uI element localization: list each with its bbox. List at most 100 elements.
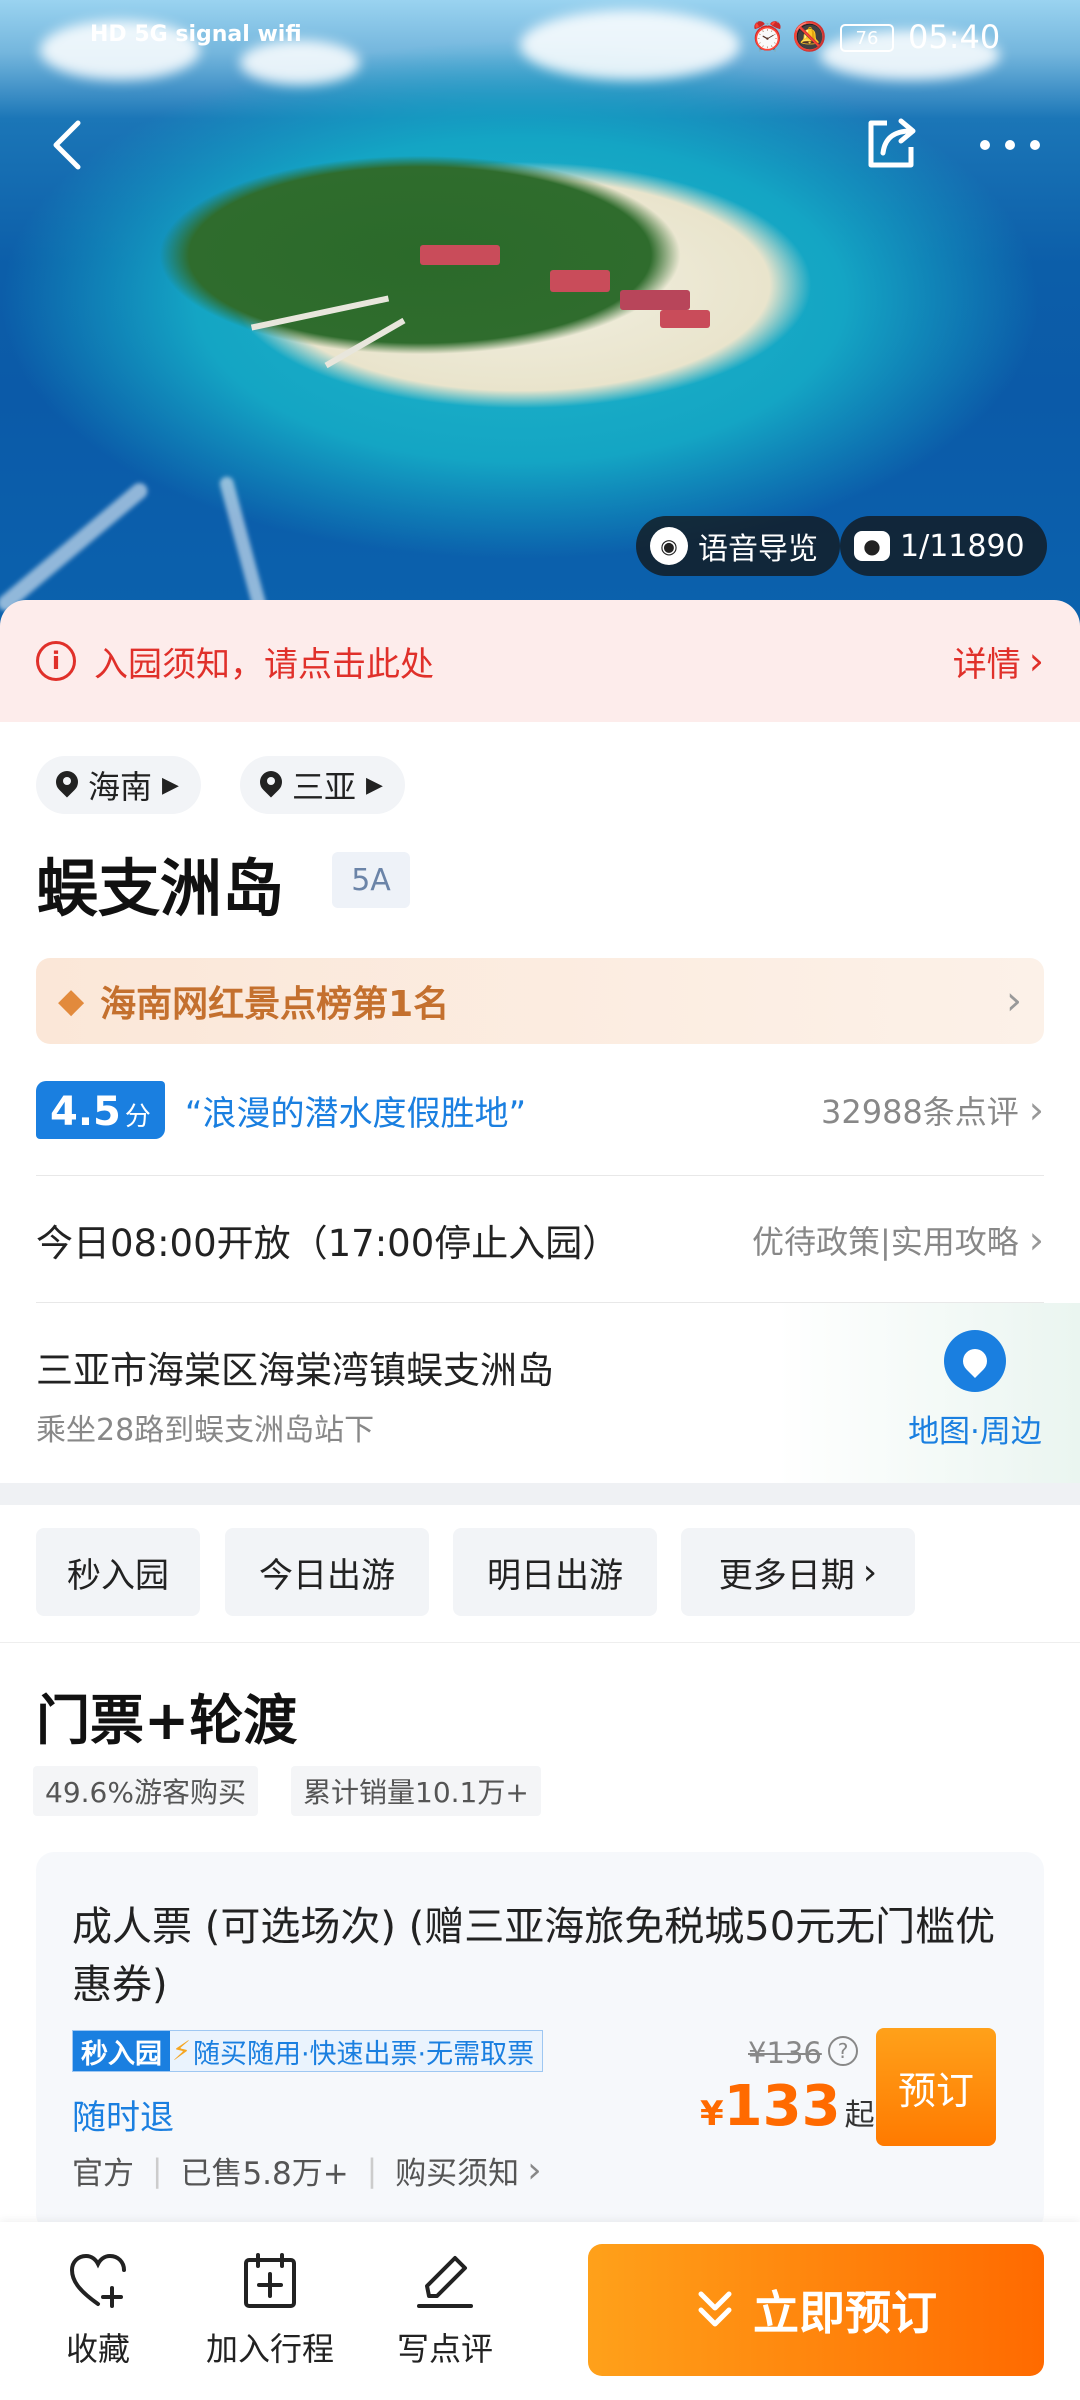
location-chip-city[interactable]: 三亚 ▶ [240, 756, 405, 814]
favorite-label: 收藏 [65, 2330, 130, 2368]
more-button[interactable] [970, 115, 1050, 175]
ticket-meta: 官方 | 已售5.8万+ | 购买须知 › [72, 2148, 542, 2193]
mute-icon: 🔕 [792, 20, 827, 53]
pencil-icon [417, 2256, 473, 2308]
add-trip-label: 加入行程 [205, 2330, 334, 2368]
policy-links[interactable]: 优待政策|实用攻略 [752, 1217, 1019, 1263]
filter-more-dates[interactable]: 更多日期 › [681, 1528, 915, 1616]
bottom-action-bar: 收藏 加入行程 写点评 立即预订 [0, 2222, 1080, 2400]
lightning-icon: ⚡ [170, 2031, 193, 2071]
location-pin-icon [56, 771, 78, 799]
write-review-label: 写点评 [396, 2330, 493, 2368]
diamond-icon: ◆ [58, 981, 85, 1021]
entry-notice-banner[interactable]: i 入园须知，请点击此处 详情 › [0, 600, 1080, 722]
ticket-title: 成人票 (可选场次) (赠三亚海旅免税城50元无门槛优惠券) [72, 1904, 996, 2008]
write-review-button[interactable]: 写点评 [385, 2252, 505, 2370]
back-button[interactable] [36, 110, 96, 180]
transit-info: 乘坐28路到蜈支洲岛站下 [36, 1413, 375, 1448]
separator: | [152, 2152, 163, 2189]
book-now-label: 立即预订 [753, 2286, 937, 2340]
photo-gallery-button[interactable]: ● 1/11890 [840, 516, 1047, 576]
audio-guide-button[interactable]: ◉ 语音导览 [636, 516, 840, 576]
currency-symbol: ¥ [700, 2094, 724, 2134]
rating-row[interactable]: 4.5 分 “浪漫的潜水度假胜地” 32988条点评 › [36, 1080, 1044, 1140]
filter-tomorrow[interactable]: 明日出游 [453, 1528, 657, 1616]
info-icon: i [36, 641, 76, 681]
help-icon[interactable]: ? [828, 2036, 858, 2066]
sales-tag: 累计销量10.1万+ [291, 1766, 541, 1816]
section-gap [0, 1483, 1080, 1505]
audio-guide-label: 语音导览 [698, 532, 818, 567]
chevron-right-icon: › [862, 1551, 878, 1593]
battery-icon: 76 [840, 24, 894, 52]
grade-badge: 5A [332, 852, 410, 908]
review-count: 32988条点评 [820, 1093, 1019, 1131]
heart-plus-icon [69, 2253, 126, 2308]
current-price: ¥ 133 起 [700, 2074, 875, 2139]
hero-image[interactable]: HD 5G signal wifi ⏰ 🔕 76 05:40 ◉ 语音导览 ● … [0, 0, 1080, 660]
map-nearby-label: 地图·周边 [908, 1414, 1042, 1450]
favorite-button[interactable]: 收藏 [48, 2252, 148, 2370]
more-dots-icon [980, 140, 1040, 150]
opening-hours: 今日08:00开放（17:00停止入园） [36, 1222, 620, 1265]
clock: 05:40 [908, 18, 1001, 56]
double-chevron-down-icon [698, 2291, 732, 2327]
badge-fast: 秒入园 [73, 2031, 170, 2071]
pin-shape [958, 1344, 992, 1378]
location-pin-icon [260, 771, 282, 799]
chevron-right-icon: › [1006, 978, 1022, 1024]
location-chip-province[interactable]: 海南 ▶ [36, 756, 201, 814]
audio-guide-icon: ◉ [650, 527, 688, 565]
book-now-button[interactable]: 立即预订 [588, 2244, 1044, 2376]
rating-score: 4.5 [50, 1089, 121, 1135]
chevron-right-icon: › [527, 2150, 542, 2191]
photo-counter: 1/11890 [900, 528, 1025, 564]
separator: | [366, 2152, 378, 2189]
pier [250, 295, 390, 331]
price-suffix: 起 [844, 2098, 875, 2133]
calendar-plus-icon [244, 2253, 296, 2308]
share-button[interactable] [856, 108, 926, 178]
section-title: 门票+轮渡 [36, 1689, 298, 1752]
chevron-right-icon: › [1028, 639, 1044, 683]
boat-wake [0, 479, 151, 615]
rating-quote: “浪漫的潜水度假胜地” [184, 1093, 527, 1134]
rank-banner[interactable]: ◆ 海南网红景点榜第1名 › [36, 958, 1044, 1044]
sold-count: 已售5.8万+ [180, 2156, 349, 2192]
chevron-right-icon: › [1028, 1088, 1044, 1132]
triangle-right-icon: ▶ [366, 772, 383, 798]
resort-building [420, 245, 500, 265]
book-ticket-button[interactable]: 预订 [876, 2028, 996, 2146]
back-icon [53, 120, 81, 170]
refund-tag: 随时退 [72, 2098, 174, 2138]
buy-rate-tag: 49.6%游客购买 [33, 1766, 258, 1816]
share-icon [868, 118, 916, 168]
notice-detail-link[interactable]: 详情 [953, 637, 1021, 686]
rank-text: 海南网红景点榜第1名 [100, 984, 450, 1025]
filter-instant-entry[interactable]: 秒入园 [36, 1528, 200, 1616]
chevron-right-icon: › [1028, 1218, 1044, 1262]
original-price: ¥136 [748, 2036, 822, 2070]
location-chip-label: 三亚 [292, 768, 357, 806]
ticket-card[interactable]: 成人票 (可选场次) (赠三亚海旅免税城50元无门槛优惠券) 秒入园 ⚡ 随买随… [36, 1852, 1044, 2232]
attraction-title: 蜈支洲岛 [36, 852, 285, 925]
add-trip-button[interactable]: 加入行程 [195, 2252, 345, 2370]
network-icons: HD 5G signal wifi [90, 22, 302, 47]
address-line: 三亚市海棠区海棠湾镇蜈支洲岛 [36, 1349, 554, 1392]
rating-unit: 分 [124, 1102, 151, 1132]
camera-icon: ● [854, 531, 890, 561]
official-tag: 官方 [72, 2156, 134, 2192]
map-nearby-button[interactable]: 地图·周边 [900, 1330, 1050, 1460]
alarm-icon: ⏰ [750, 20, 785, 53]
badge-features: 随买随用·快速出票·无需取票 [192, 2031, 543, 2071]
opening-hours-row[interactable]: 今日08:00开放（17:00停止入园） 优待政策|实用攻略 › [36, 1210, 1044, 1270]
triangle-right-icon: ▶ [162, 772, 179, 798]
filter-today[interactable]: 今日出游 [225, 1528, 429, 1616]
resort-building [620, 290, 690, 310]
divider [36, 1175, 1044, 1176]
map-pin-icon [944, 1330, 1006, 1392]
entry-notice-text: 入园须知，请点击此处 [94, 644, 434, 685]
purchase-notice-link[interactable]: 购买须知 [395, 2148, 519, 2193]
resort-building [550, 270, 610, 292]
price-value: 133 [723, 2074, 841, 2139]
